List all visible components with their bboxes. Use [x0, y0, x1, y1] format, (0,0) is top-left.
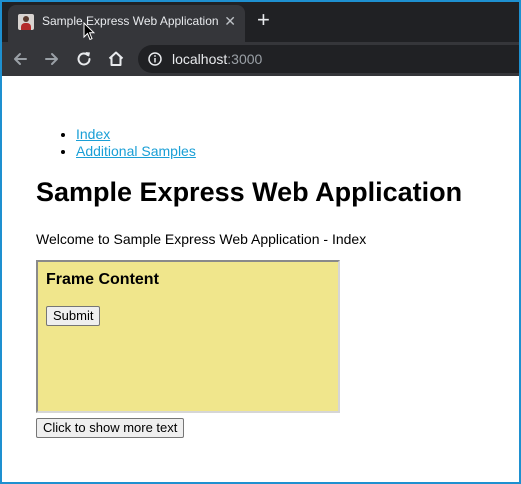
welcome-text: Welcome to Sample Express Web Applicatio…: [36, 231, 367, 247]
nav-list: Index Additional Samples: [0, 126, 196, 160]
url-text: localhost:3000: [172, 51, 262, 67]
content-frame: Frame Content Submit: [36, 260, 340, 413]
frame-title: Frame Content: [46, 271, 159, 288]
forward-arrow-icon[interactable]: [42, 49, 62, 69]
url-port: :3000: [227, 51, 263, 67]
back-arrow-icon[interactable]: [10, 49, 30, 69]
nav-list-item: Additional Samples: [76, 143, 196, 160]
additional-samples-link[interactable]: Additional Samples: [76, 143, 196, 159]
favicon-icon: [18, 14, 34, 30]
address-bar[interactable]: localhost:3000: [138, 45, 521, 73]
page-title: Sample Express Web Application: [36, 177, 463, 207]
new-tab-button[interactable]: +: [257, 8, 270, 32]
mouse-cursor-icon: [83, 22, 95, 41]
home-icon[interactable]: [106, 49, 126, 69]
url-host: localhost: [172, 51, 228, 67]
reload-icon[interactable]: [74, 49, 94, 69]
tab-bar: Sample Express Web Application ✕ +: [0, 0, 521, 42]
index-link[interactable]: Index: [76, 126, 110, 142]
submit-button[interactable]: Submit: [46, 306, 101, 326]
info-icon[interactable]: [148, 52, 162, 66]
browser-tab[interactable]: Sample Express Web Application ✕: [8, 5, 245, 42]
show-more-text-button[interactable]: Click to show more text: [36, 418, 185, 438]
browser-toolbar: localhost:3000: [0, 42, 521, 76]
tab-title: Sample Express Web Application: [42, 14, 219, 28]
nav-list-item: Index: [76, 126, 196, 143]
page-content: Index Additional Samples Sample Express …: [0, 76, 521, 484]
tab-close-icon[interactable]: ✕: [224, 12, 236, 30]
